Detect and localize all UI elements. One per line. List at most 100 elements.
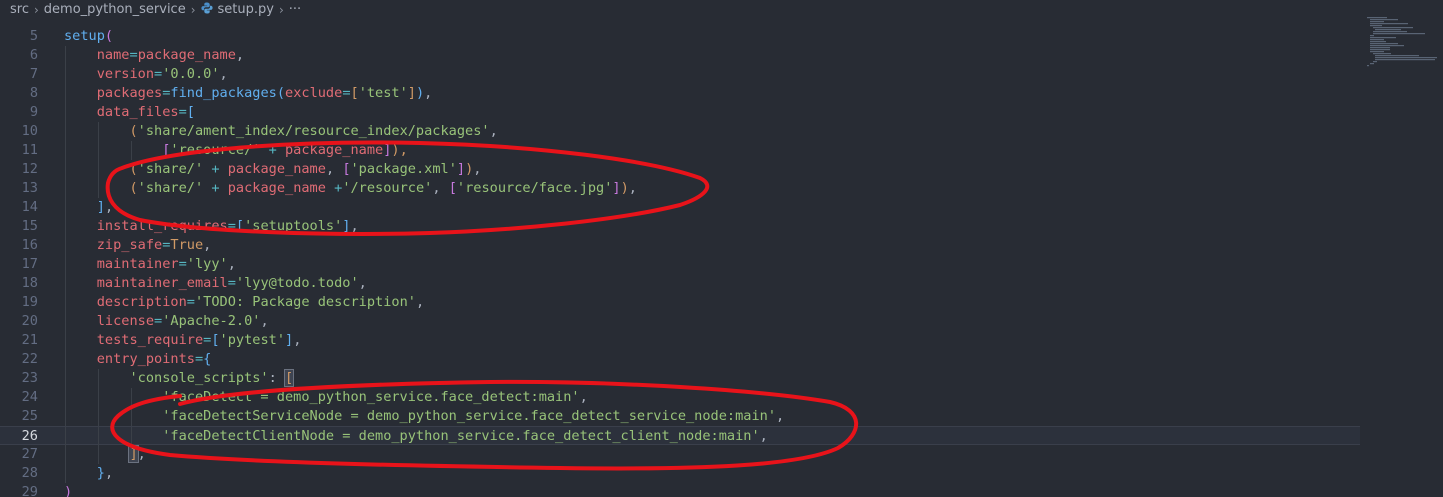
- code-token: 'Apache-2.0': [162, 313, 261, 329]
- code-token: [: [342, 161, 351, 177]
- code-token: 'package.xml': [350, 161, 457, 177]
- code-text: install_requires=['setuptools'],: [64, 217, 359, 236]
- minimap[interactable]: [1365, 15, 1443, 85]
- code-line[interactable]: 14 ],: [0, 198, 1360, 217]
- code-token: {: [203, 351, 212, 367]
- code-line[interactable]: 13 ('share/' + package_name +'/resource'…: [0, 179, 1360, 198]
- code-token: (: [276, 85, 286, 101]
- code-token: package_name: [227, 161, 326, 177]
- code-line[interactable]: 5 setup(: [0, 27, 1360, 46]
- code-line[interactable]: 7 version='0.0.0',: [0, 65, 1360, 84]
- code-line[interactable]: 28 },: [0, 464, 1360, 483]
- code-line[interactable]: 27 ],: [0, 445, 1360, 464]
- code-line[interactable]: 15 install_requires=['setuptools'],: [0, 217, 1360, 236]
- code-token: 'TODO: Package description': [194, 294, 416, 310]
- code-line[interactable]: 10 ('share/ament_index/resource_index/pa…: [0, 122, 1360, 141]
- code-token: (: [104, 28, 114, 44]
- code-text: packages=find_packages(exclude=['test'])…: [64, 84, 433, 103]
- code-token: [: [350, 85, 359, 101]
- code-line[interactable]: 8 packages=find_packages(exclude=['test'…: [0, 84, 1360, 103]
- code-token: ): [620, 180, 629, 196]
- code-line[interactable]: 24 'faceDetect = demo_python_service.fac…: [0, 388, 1360, 407]
- code-token: +: [203, 180, 228, 196]
- code-token: =: [227, 275, 236, 291]
- code-token: packages: [96, 85, 163, 101]
- code-token: ): [64, 484, 73, 497]
- code-token: ]: [285, 332, 294, 348]
- code-line[interactable]: 20 license='Apache-2.0',: [0, 312, 1360, 331]
- code-token: 'faceDetectClientNode = demo_python_serv…: [162, 428, 760, 444]
- code-text: maintainer_email='lyy@todo.todo',: [64, 274, 367, 293]
- code-line[interactable]: 21 tests_require=['pytest'],: [0, 331, 1360, 350]
- code-text: 'console_scripts': [: [64, 369, 295, 388]
- code-token: 'share/': [137, 161, 204, 177]
- code-token: 'resource/': [170, 142, 261, 158]
- code-token: ]: [128, 445, 139, 463]
- line-number: 19: [21, 294, 38, 310]
- code-token: package_name: [285, 142, 384, 158]
- code-token: ]: [612, 180, 621, 196]
- code-token: 'faceDetectServiceNode = demo_python_ser…: [162, 408, 777, 424]
- code-line[interactable]: 18 maintainer_email='lyy@todo.todo',: [0, 274, 1360, 293]
- code-line[interactable]: 6 name=package_name,: [0, 46, 1360, 65]
- code-token: package_name: [227, 180, 326, 196]
- chevron-right-icon: ›: [33, 2, 39, 17]
- line-number: 26: [21, 428, 38, 444]
- code-line[interactable]: 29): [0, 483, 1360, 497]
- code-line[interactable]: 19 description='TODO: Package descriptio…: [0, 293, 1360, 312]
- python-file-icon: [200, 2, 213, 14]
- code-line[interactable]: 26 'faceDetectClientNode = demo_python_s…: [0, 426, 1360, 446]
- line-number: 14: [21, 199, 38, 215]
- breadcrumb-item-file[interactable]: setup.py: [200, 2, 274, 17]
- code-line[interactable]: 12 ('share/' + package_name, ['package.x…: [0, 160, 1360, 179]
- code-token: [: [235, 218, 245, 234]
- line-number: 8: [29, 85, 38, 101]
- code-token: 'test': [358, 85, 408, 101]
- code-token: 'setuptools': [244, 218, 343, 234]
- code-text: version='0.0.0',: [64, 65, 228, 84]
- code-line[interactable]: 11 ['resource/' + package_name]),: [0, 141, 1360, 160]
- code-token: entry_points: [96, 351, 195, 367]
- code-token: 'pytest': [219, 332, 286, 348]
- code-token: :: [268, 370, 285, 386]
- line-number: 17: [21, 256, 38, 272]
- code-line[interactable]: 22 entry_points={: [0, 350, 1360, 369]
- code-token: =: [227, 218, 236, 234]
- code-text: 'faceDetectServiceNode = demo_python_ser…: [64, 407, 784, 426]
- code-token: 'share/ament_index/resource_index/packag…: [137, 123, 490, 139]
- code-text: ],: [64, 198, 113, 217]
- breadcrumb-more[interactable]: ···: [289, 2, 301, 17]
- code-token: ]: [96, 199, 105, 215]
- code-token: ,: [104, 465, 114, 481]
- code-token: 'faceDetect = demo_python_service.face_d…: [162, 389, 580, 405]
- code-token: ,: [415, 294, 425, 310]
- code-token: ,: [759, 428, 768, 444]
- chevron-right-icon: ›: [190, 2, 196, 17]
- code-token: install_requires: [96, 218, 228, 234]
- code-token: True: [170, 237, 204, 253]
- code-token: [: [211, 332, 220, 348]
- code-token: package_name: [137, 47, 236, 63]
- code-line[interactable]: 25 'faceDetectServiceNode = demo_python_…: [0, 407, 1360, 426]
- breadcrumb-file-label: setup.py: [217, 2, 274, 17]
- code-editor[interactable]: 5 setup(6 name=package_name, 7 version='0.…: [0, 27, 1443, 497]
- code-token: ): [415, 85, 425, 101]
- code-token: ,: [293, 332, 302, 348]
- code-line[interactable]: 23 'console_scripts': [: [0, 369, 1360, 388]
- code-line[interactable]: 9 data_files=[: [0, 103, 1360, 122]
- breadcrumb-item-folder[interactable]: demo_python_service: [44, 2, 186, 17]
- code-token: ,: [489, 123, 498, 139]
- code-line[interactable]: 16 zip_safe=True,: [0, 236, 1360, 255]
- breadcrumb-item-src[interactable]: src: [10, 2, 29, 17]
- code-token: maintainer: [96, 256, 179, 272]
- code-line[interactable]: 17 maintainer='lyy',: [0, 255, 1360, 274]
- code-token: ]: [407, 85, 416, 101]
- code-text: 'faceDetectClientNode = demo_python_serv…: [64, 427, 768, 446]
